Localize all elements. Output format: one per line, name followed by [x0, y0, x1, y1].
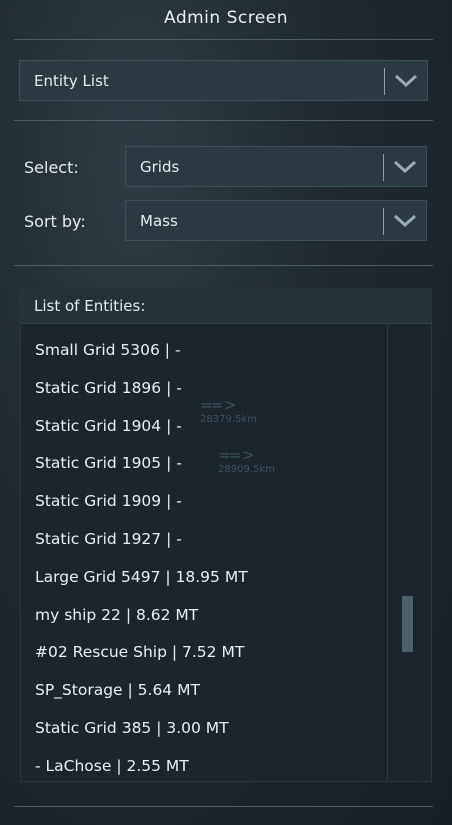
list-item[interactable]: Static Grid 385 | 3.00 MT	[21, 710, 387, 748]
sort-dropdown-value: Mass	[140, 212, 178, 230]
dropdown-separator	[383, 154, 384, 181]
entity-list-title: List of Entities:	[34, 297, 146, 315]
sort-label: Sort by:	[24, 212, 86, 231]
dropdown-separator	[383, 208, 384, 235]
list-item[interactable]: Static Grid 1896 | -	[21, 370, 387, 408]
select-label: Select:	[24, 158, 79, 177]
mode-dropdown[interactable]: Entity List	[19, 60, 428, 101]
list-item[interactable]: Static Grid 1905 | -	[21, 445, 387, 483]
list-item[interactable]: #02 Rescue Ship | 7.52 MT	[21, 634, 387, 672]
scrollbar-track[interactable]	[387, 323, 388, 781]
chevron-down-icon	[394, 74, 418, 88]
list-item[interactable]: Static Grid 1909 | -	[21, 483, 387, 521]
list-item[interactable]: Large Grid 5497 | 18.95 MT	[21, 559, 387, 597]
entity-list-panel: List of Entities: Small Grid 5306 | - St…	[20, 288, 432, 782]
list-item[interactable]: Static Grid 1927 | -	[21, 521, 387, 559]
list-item[interactable]: Static Grid 1904 | -	[21, 408, 387, 446]
list-item[interactable]: - LaChose | 2.55 MT	[21, 748, 387, 786]
chevron-down-icon	[393, 214, 417, 228]
select-dropdown[interactable]: Grids	[125, 146, 427, 187]
divider	[14, 39, 433, 40]
sort-dropdown[interactable]: Mass	[125, 200, 427, 241]
entity-list[interactable]: Small Grid 5306 | - Static Grid 1896 | -…	[21, 332, 387, 786]
chevron-down-icon	[393, 160, 417, 174]
window-title: Admin Screen	[163, 8, 289, 28]
divider	[14, 265, 433, 266]
divider	[14, 806, 433, 807]
scrollbar-thumb[interactable]	[402, 596, 413, 652]
list-item[interactable]: SP_Storage | 5.64 MT	[21, 672, 387, 710]
select-dropdown-value: Grids	[140, 158, 180, 176]
dropdown-separator	[384, 68, 385, 95]
mode-dropdown-value: Entity List	[34, 72, 109, 90]
list-item[interactable]: my ship 22 | 8.62 MT	[21, 597, 387, 635]
list-item[interactable]: Small Grid 5306 | -	[21, 332, 387, 370]
divider	[14, 120, 433, 121]
entity-list-header: List of Entities:	[21, 289, 431, 324]
